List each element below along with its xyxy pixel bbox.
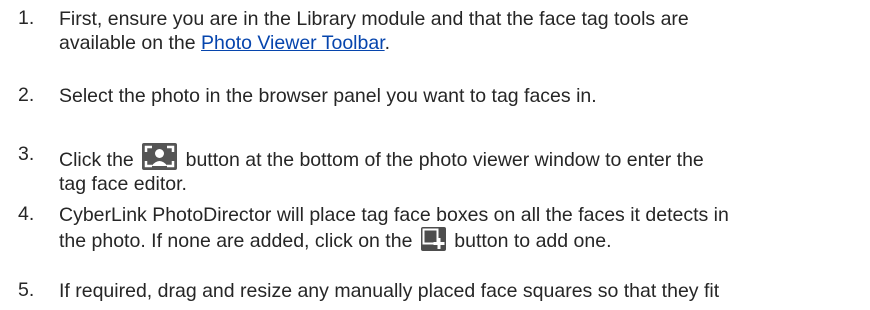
photo-viewer-toolbar-link[interactable]: Photo Viewer Toolbar [201,32,385,54]
step-number: 1. [18,7,35,29]
step-3-before-icon: Click the [59,149,140,171]
step-1-line1: First, ensure you are in the Library mod… [59,8,689,30]
tag-face-icon [142,143,178,170]
step-text: First, ensure you are in the Library mod… [59,7,859,55]
add-face-box-icon [420,227,446,251]
step-4-after-icon: button to add one. [448,230,612,252]
step-3-after-icon: button at the bottom of the photo viewer… [180,149,704,171]
step-1-line2-prefix: available on the [59,32,202,54]
step-number: 3. [18,143,35,165]
step-3-line2: tag face editor. [59,173,187,195]
step-text: Click the button at the bottom of the ph… [59,143,859,196]
step-number: 4. [18,203,35,225]
step-4-line1: CyberLink PhotoDirector will place tag f… [59,204,729,226]
step-4-before-icon: the photo. If none are added, click on t… [59,230,418,252]
step-number: 2. [18,84,35,106]
step-text: CyberLink PhotoDirector will place tag f… [59,203,859,253]
step-number: 5. [18,279,35,301]
step-text: Select the photo in the browser panel yo… [59,85,597,107]
step-1-line2-suffix: . [384,32,391,54]
step-text: If required, drag and resize any manuall… [59,280,720,302]
